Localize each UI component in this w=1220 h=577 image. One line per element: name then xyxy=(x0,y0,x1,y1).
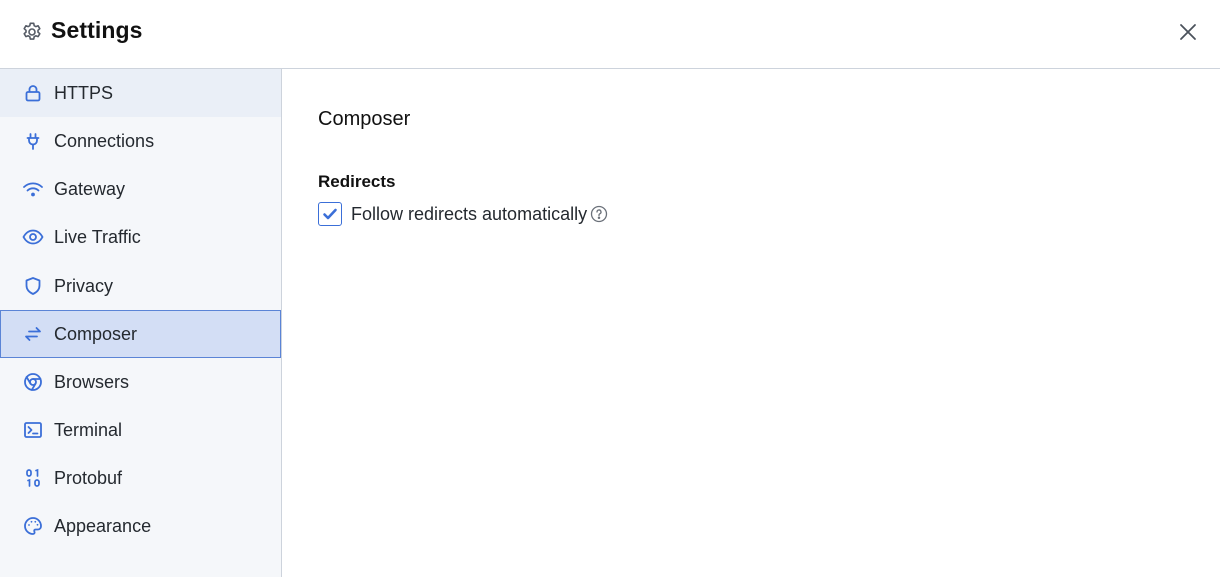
sidebar-item-label: HTTPS xyxy=(54,82,114,103)
palette-icon xyxy=(22,515,44,537)
sidebar-item-terminal[interactable]: Terminal xyxy=(0,406,281,454)
sidebar-item-privacy[interactable]: Privacy xyxy=(0,262,281,310)
sidebar-item-label: Appearance xyxy=(54,515,152,536)
sidebar-item-label: Browsers xyxy=(54,371,130,392)
gear-icon xyxy=(20,20,44,44)
chrome-icon xyxy=(22,371,44,393)
settings-content: Composer Redirects Follow redirects auto… xyxy=(282,69,1220,577)
section-title: Composer xyxy=(318,108,411,130)
sidebar-item-connections[interactable]: Connections xyxy=(0,117,281,165)
wifi-icon xyxy=(22,178,44,200)
page-title: Settings xyxy=(51,17,143,43)
lock-icon xyxy=(22,82,44,104)
sidebar-item-composer[interactable]: Composer xyxy=(0,310,281,358)
sidebar-item-appearance[interactable]: Appearance xyxy=(0,502,281,550)
close-icon[interactable] xyxy=(1176,20,1200,44)
sidebar-item-live-traffic[interactable]: Live Traffic xyxy=(0,213,281,261)
eye-icon xyxy=(22,226,44,248)
sidebar-item-gateway[interactable]: Gateway xyxy=(0,165,281,213)
settings-header: Settings xyxy=(0,0,1220,69)
binary-icon xyxy=(22,467,44,489)
sidebar-item-label: Protobuf xyxy=(54,467,123,488)
arrows-exchange-icon xyxy=(22,323,44,345)
group-title-redirects: Redirects xyxy=(318,172,396,191)
follow-redirects-checkbox[interactable] xyxy=(318,202,342,226)
settings-sidebar: HTTPS Connections Gateway Live Traffic P… xyxy=(0,69,282,577)
follow-redirects-option: Follow redirects automatically xyxy=(318,202,608,226)
sidebar-item-protobuf[interactable]: Protobuf xyxy=(0,454,281,502)
sidebar-item-label: Live Traffic xyxy=(54,226,141,247)
sidebar-item-label: Connections xyxy=(54,130,155,151)
help-circle-icon[interactable] xyxy=(590,205,608,223)
sidebar-item-browsers[interactable]: Browsers xyxy=(0,358,281,406)
shield-icon xyxy=(22,275,44,297)
sidebar-item-label: Gateway xyxy=(54,178,126,199)
follow-redirects-label[interactable]: Follow redirects automatically xyxy=(351,204,587,225)
terminal-icon xyxy=(22,419,44,441)
plug-icon xyxy=(22,130,44,152)
sidebar-item-label: Privacy xyxy=(54,275,114,296)
sidebar-item-label: Composer xyxy=(54,323,138,344)
sidebar-item-label: Terminal xyxy=(54,419,123,440)
checkmark-icon xyxy=(323,208,337,220)
sidebar-item-https[interactable]: HTTPS xyxy=(0,69,281,117)
